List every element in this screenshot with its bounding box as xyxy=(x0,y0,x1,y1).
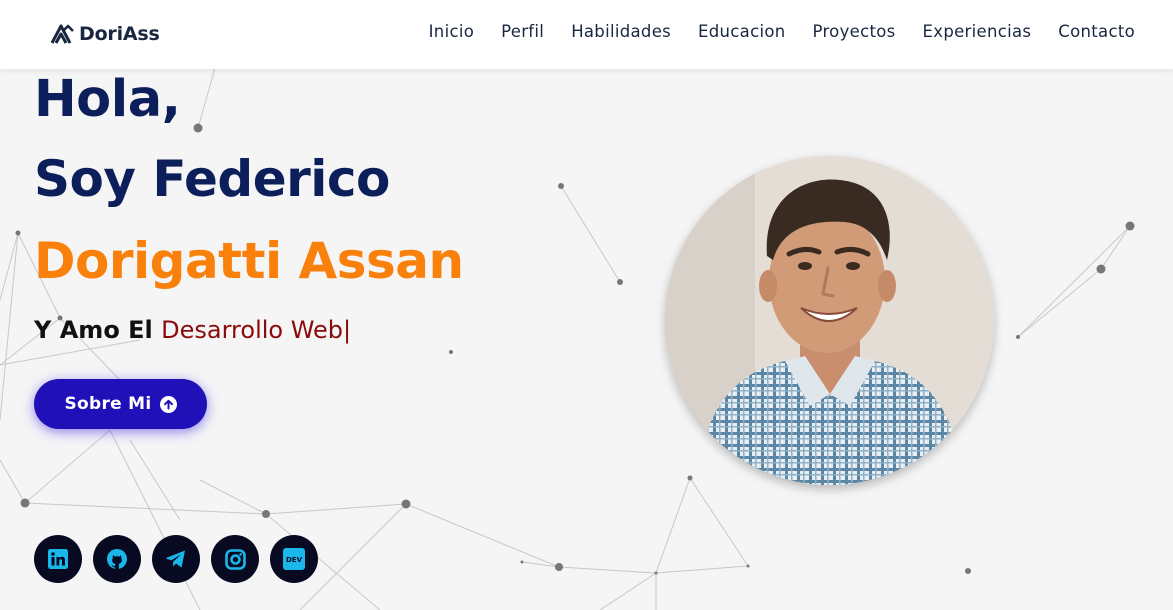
nav-item-perfil[interactable]: Perfil xyxy=(501,22,544,41)
social-links: DEV xyxy=(34,535,318,583)
triangle-a-logo-icon xyxy=(50,24,74,44)
nav-item-experiencias[interactable]: Experiencias xyxy=(923,22,1032,41)
telegram-icon xyxy=(166,550,185,568)
hero-tagline: Y Amo El Desarrollo Web| xyxy=(34,316,351,344)
main-nav: Inicio Perfil Habilidades Educacion Proy… xyxy=(429,22,1135,41)
instagram-link[interactable] xyxy=(211,535,259,583)
hero-greeting: Hola, xyxy=(34,70,181,129)
telegram-link[interactable] xyxy=(152,535,200,583)
profile-photo-image xyxy=(665,156,994,485)
hero-surname: Dorigatti Assan xyxy=(34,232,464,290)
linkedin-link[interactable] xyxy=(34,535,82,583)
profile-photo xyxy=(665,156,994,485)
github-link[interactable] xyxy=(93,535,141,583)
nav-item-inicio[interactable]: Inicio xyxy=(429,22,474,41)
github-icon xyxy=(107,549,127,569)
tagline-typed-text: Desarrollo Web| xyxy=(161,316,352,344)
nav-item-contacto[interactable]: Contacto xyxy=(1058,22,1135,41)
brand-name: DoriAss xyxy=(79,23,160,45)
nav-item-habilidades[interactable]: Habilidades xyxy=(571,22,671,41)
tagline-prefix: Y Amo El xyxy=(34,316,162,344)
arrow-up-circle-icon xyxy=(159,395,177,413)
nav-item-proyectos[interactable]: Proyectos xyxy=(813,22,896,41)
dev-icon: DEV xyxy=(283,548,305,570)
dev-icon-label: DEV xyxy=(286,556,303,564)
linkedin-icon xyxy=(48,549,68,569)
brand-link[interactable]: DoriAss xyxy=(49,21,160,47)
instagram-icon xyxy=(224,548,246,570)
sobre-mi-label: Sobre Mi xyxy=(64,394,152,414)
dev-link[interactable]: DEV xyxy=(270,535,318,583)
nav-item-educacion[interactable]: Educacion xyxy=(698,22,785,41)
sobre-mi-button[interactable]: Sobre Mi xyxy=(34,379,207,429)
top-navbar: DoriAss Inicio Perfil Habilidades Educac… xyxy=(0,0,1173,69)
hero-intro: Soy Federico xyxy=(34,150,390,208)
